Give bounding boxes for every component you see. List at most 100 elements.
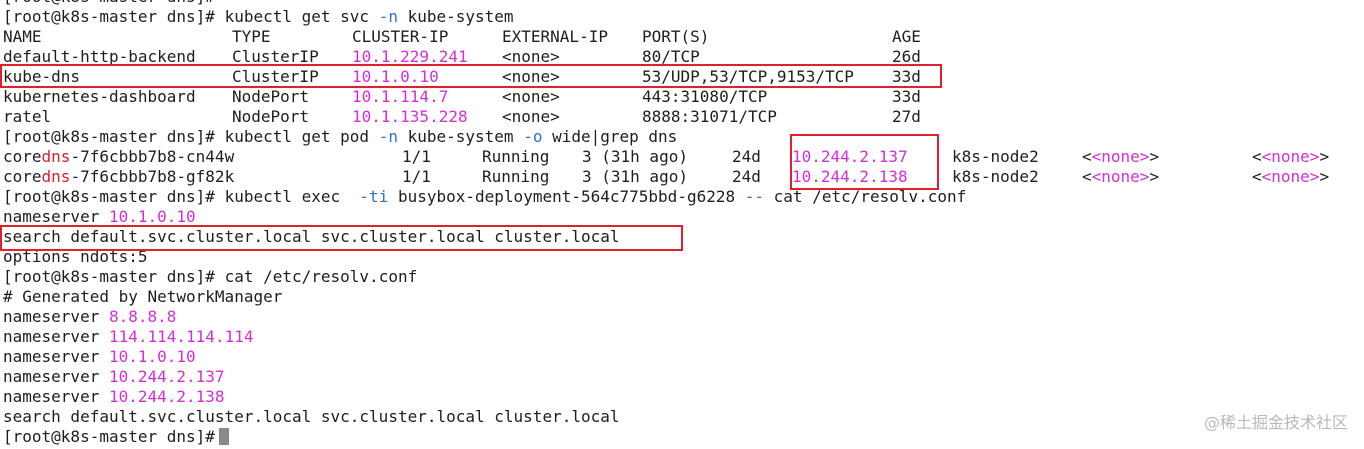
pod-row: coredns-7f6cbbb7b8-gf82k 1/1 Running 3 (…: [0, 167, 1364, 187]
options-text: options ndots:5: [3, 247, 148, 266]
terminal-line-partial-prompt: [root@k8s-master dns]#: [0, 0, 1364, 7]
svc-ports: 443:31080/TCP: [642, 87, 768, 106]
resolv-search-line: search default.svc.cluster.local svc.clu…: [0, 407, 1364, 427]
pod-node: k8s-node2: [952, 167, 1039, 186]
column-header-name: NAME: [3, 27, 42, 46]
nameserver-ip: 10.244.2.138: [108, 387, 225, 406]
nameserver-label: nameserver: [3, 327, 109, 346]
pod-name: coredns-7f6cbbb7b8-cn44w: [3, 147, 234, 167]
column-header-type: TYPE: [232, 27, 271, 46]
command-flag: --: [744, 187, 765, 206]
svc-ports: 53/UDP,53/TCP,9153/TCP: [642, 67, 854, 86]
command-flag: -n: [378, 7, 398, 26]
grep-match: dns: [41, 167, 71, 186]
command-flag: -ti: [359, 187, 389, 206]
svc-cluster-ip: 10.1.114.7: [352, 87, 449, 106]
none-value: <none>: [1091, 167, 1150, 186]
none-value: <none>: [1261, 167, 1320, 186]
command-flag: -o: [523, 127, 543, 146]
svc-age: 33d: [892, 67, 921, 86]
column-header-cluster-ip: CLUSTER-IP: [352, 27, 449, 46]
svc-age: 26d: [892, 47, 921, 66]
nameserver-ip: 10.1.0.10: [108, 207, 196, 226]
resolv-nameserver-line: nameserver 10.244.2.137: [0, 367, 1364, 387]
nameserver-ip: 10.1.0.10: [108, 347, 196, 366]
svc-age: 33d: [892, 87, 921, 106]
command-flag: -n: [378, 127, 398, 146]
pod-status: Running: [482, 147, 550, 166]
nameserver-ip: 10.244.2.137: [108, 367, 225, 386]
pod-readiness-gates: <<none>>: [1252, 167, 1330, 186]
nameserver-label: nameserver: [3, 367, 109, 386]
resolv-nameserver-line: nameserver 10.1.0.10: [0, 347, 1364, 367]
svc-age: 27d: [892, 107, 921, 126]
nameserver-ip: 8.8.8.8: [108, 307, 177, 326]
column-header-age: AGE: [892, 27, 921, 46]
resolv-nameserver-line: nameserver 10.244.2.138: [0, 387, 1364, 407]
terminal-line-active-prompt[interactable]: [root@k8s-master dns]#: [0, 427, 1364, 447]
svc-cluster-ip: 10.1.229.241: [352, 47, 468, 66]
svc-table-row: default-http-backend ClusterIP 10.1.229.…: [0, 47, 1364, 67]
command-text: kube-system: [397, 7, 514, 26]
command-text: wide|grep dns: [542, 127, 678, 146]
terminal-line-exec: [root@k8s-master dns]# kubectl exec -ti …: [0, 187, 1364, 207]
svc-external-ip: <none>: [502, 47, 560, 66]
pod-ip: 10.244.2.137: [792, 147, 908, 166]
prompt-text: [root@k8s-master dns]#: [3, 187, 225, 206]
resolv-nameserver-line: nameserver 10.1.0.10: [0, 207, 1364, 227]
pod-restarts: 3 (31h ago): [582, 167, 688, 186]
resolv-nameserver-line: nameserver 114.114.114.114: [0, 327, 1364, 347]
svc-table-header: NAME TYPE CLUSTER-IP EXTERNAL-IP PORT(S)…: [0, 27, 1364, 47]
command-text: kubectl get pod: [224, 127, 379, 146]
comment-text: # Generated by NetworkManager: [3, 287, 283, 306]
column-header-ports: PORT(S): [642, 27, 710, 46]
pod-readiness-gates: <<none>>: [1252, 147, 1330, 166]
svc-table-row: kubernetes-dashboard NodePort 10.1.114.7…: [0, 87, 1364, 107]
watermark-text: @稀土掘金技术社区: [1203, 413, 1348, 432]
terminal-line-get-svc: [root@k8s-master dns]# kubectl get svc -…: [0, 7, 1364, 27]
pod-name-suffix: -7f6cbbb7b8-cn44w: [70, 147, 235, 166]
svc-ports: 80/TCP: [642, 47, 700, 66]
pod-nominated-node: <<none>>: [1082, 147, 1160, 166]
search-domains: search default.svc.cluster.local svc.clu…: [3, 227, 620, 246]
command-text: kubectl exec: [224, 187, 360, 206]
prompt-text: [root@k8s-master dns]#: [3, 427, 215, 446]
svc-type: NodePort: [232, 107, 310, 126]
resolv-comment-line: # Generated by NetworkManager: [0, 287, 1364, 307]
terminal-output[interactable]: [root@k8s-master dns]# [root@k8s-master …: [0, 0, 1364, 447]
pod-age: 24d: [732, 147, 761, 166]
resolv-options-line: options ndots:5: [0, 247, 1364, 267]
command-text: busybox-deployment-564c775bbd-g6228: [388, 187, 745, 206]
svc-external-ip: <none>: [502, 87, 560, 106]
command-text: cat /etc/resolv.conf: [224, 267, 418, 286]
nameserver-label: nameserver: [3, 207, 109, 226]
command-text: kube-system: [397, 127, 524, 146]
pod-node: k8s-node2: [952, 147, 1039, 166]
resolv-search-line: search default.svc.cluster.local svc.clu…: [0, 227, 1364, 247]
command-text: kubectl get svc: [224, 7, 379, 26]
svc-cluster-ip: 10.1.135.228: [352, 107, 468, 126]
svc-ports: 8888:31071/TCP: [642, 107, 777, 126]
text-cursor[interactable]: [218, 428, 229, 445]
pod-restarts: 3 (31h ago): [582, 147, 688, 166]
nameserver-label: nameserver: [3, 347, 109, 366]
nameserver-label: nameserver: [3, 387, 109, 406]
svc-name: ratel: [3, 107, 52, 126]
nameserver-ip: 114.114.114.114: [108, 327, 254, 346]
pod-row: coredns-7f6cbbb7b8-cn44w 1/1 Running 3 (…: [0, 147, 1364, 167]
svc-name: kube-dns: [3, 67, 81, 86]
none-value: <none>: [1261, 147, 1320, 166]
search-domains: search default.svc.cluster.local svc.clu…: [3, 407, 620, 426]
terminal-line-get-pod: [root@k8s-master dns]# kubectl get pod -…: [0, 127, 1364, 147]
svc-type: NodePort: [232, 87, 310, 106]
pod-ready: 1/1: [402, 147, 431, 166]
pod-status: Running: [482, 167, 550, 186]
svc-cluster-ip: 10.1.0.10: [352, 67, 439, 86]
pod-age: 24d: [732, 167, 761, 186]
prompt-text: [root@k8s-master dns]#: [3, 267, 225, 286]
svc-type: ClusterIP: [232, 67, 319, 86]
resolv-nameserver-line: nameserver 8.8.8.8: [0, 307, 1364, 327]
none-value: <none>: [1091, 147, 1150, 166]
svc-type: ClusterIP: [232, 47, 319, 66]
prompt-text: [root@k8s-master dns]#: [3, 7, 225, 26]
